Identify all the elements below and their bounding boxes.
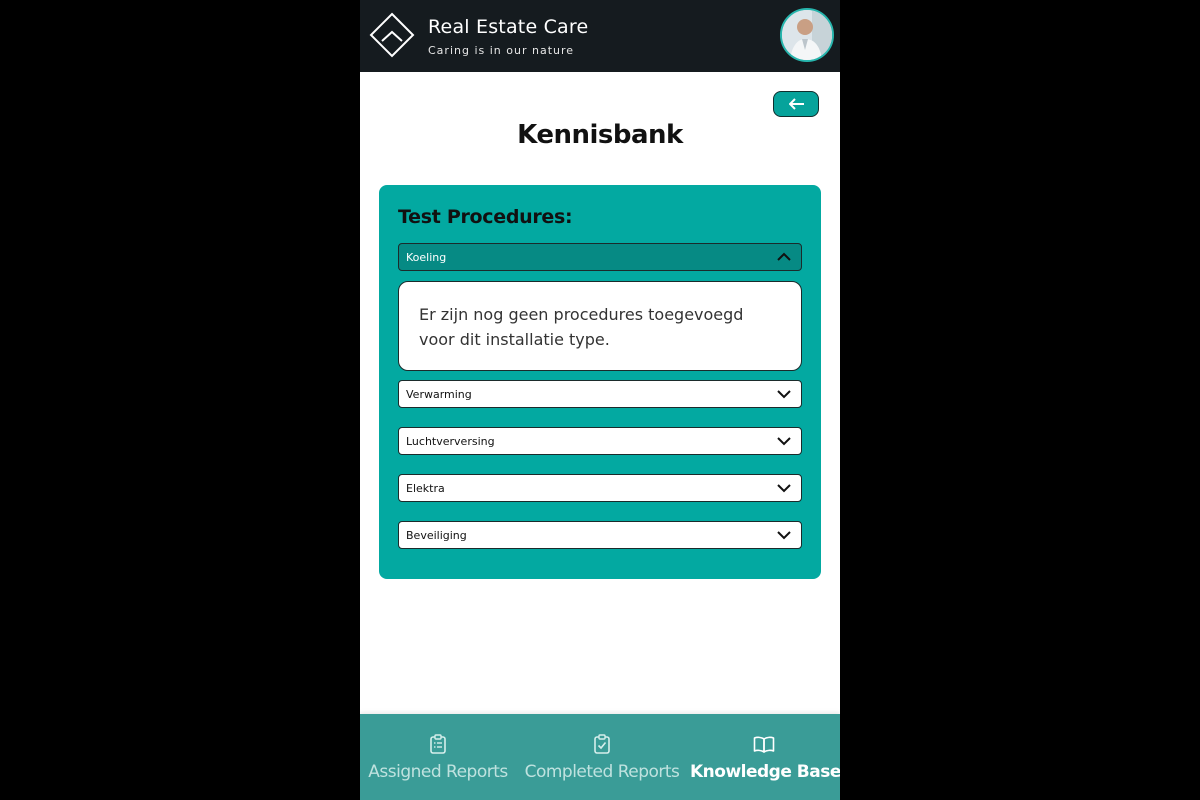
diamond-logo-icon[interactable] bbox=[369, 12, 415, 58]
nav-completed-reports[interactable]: Completed Reports bbox=[522, 714, 682, 800]
accordion-label: Koeling bbox=[406, 251, 447, 264]
accordion-label: Luchtverversing bbox=[406, 435, 495, 448]
chevron-down-icon bbox=[777, 531, 791, 540]
nav-label: Completed Reports bbox=[524, 762, 680, 782]
accordion-label: Beveiliging bbox=[406, 529, 467, 542]
brand-subtitle: Caring is in our nature bbox=[428, 44, 575, 57]
back-button[interactable] bbox=[773, 91, 819, 117]
nav-assigned-reports[interactable]: Assigned Reports bbox=[364, 714, 512, 800]
chevron-down-icon bbox=[777, 437, 791, 446]
arrow-left-icon bbox=[789, 98, 804, 110]
bottom-nav: Assigned Reports Completed Reports Knowl… bbox=[360, 714, 840, 800]
nav-label: Knowledge Base bbox=[690, 762, 840, 782]
accordion-label: Elektra bbox=[406, 482, 445, 495]
accordion-label: Verwarming bbox=[406, 388, 472, 401]
app-screen: Real Estate Care Caring is in our nature… bbox=[360, 0, 840, 800]
accordion-beveiliging[interactable]: Beveiliging bbox=[398, 521, 802, 549]
accordion-elektra[interactable]: Elektra bbox=[398, 474, 802, 502]
empty-procedures-message: Er zijn nog geen procedures toegevoegd v… bbox=[419, 305, 744, 349]
nav-label: Assigned Reports bbox=[368, 762, 508, 782]
clipboard-check-icon bbox=[594, 734, 610, 754]
page-title: Kennisbank bbox=[517, 120, 683, 150]
accordion-content: Er zijn nog geen procedures toegevoegd v… bbox=[398, 281, 802, 371]
user-avatar[interactable] bbox=[780, 8, 834, 62]
accordion-verwarming[interactable]: Verwarming bbox=[398, 380, 802, 408]
avatar-image bbox=[782, 10, 832, 60]
open-book-icon bbox=[753, 736, 775, 753]
brand-title: Real Estate Care bbox=[428, 16, 589, 38]
chevron-up-icon bbox=[777, 252, 791, 261]
chevron-down-icon bbox=[777, 390, 791, 399]
nav-knowledge-base[interactable]: Knowledge Base bbox=[690, 714, 840, 800]
procedures-card: Test Procedures: Koeling Er zijn nog gee… bbox=[379, 185, 821, 579]
accordion-luchtverversing[interactable]: Luchtverversing bbox=[398, 427, 802, 455]
clipboard-list-icon bbox=[430, 734, 446, 754]
accordion-koeling[interactable]: Koeling bbox=[398, 243, 802, 271]
chevron-down-icon bbox=[777, 484, 791, 493]
app-header: Real Estate Care Caring is in our nature bbox=[360, 0, 840, 72]
card-title: Test Procedures: bbox=[398, 206, 573, 228]
